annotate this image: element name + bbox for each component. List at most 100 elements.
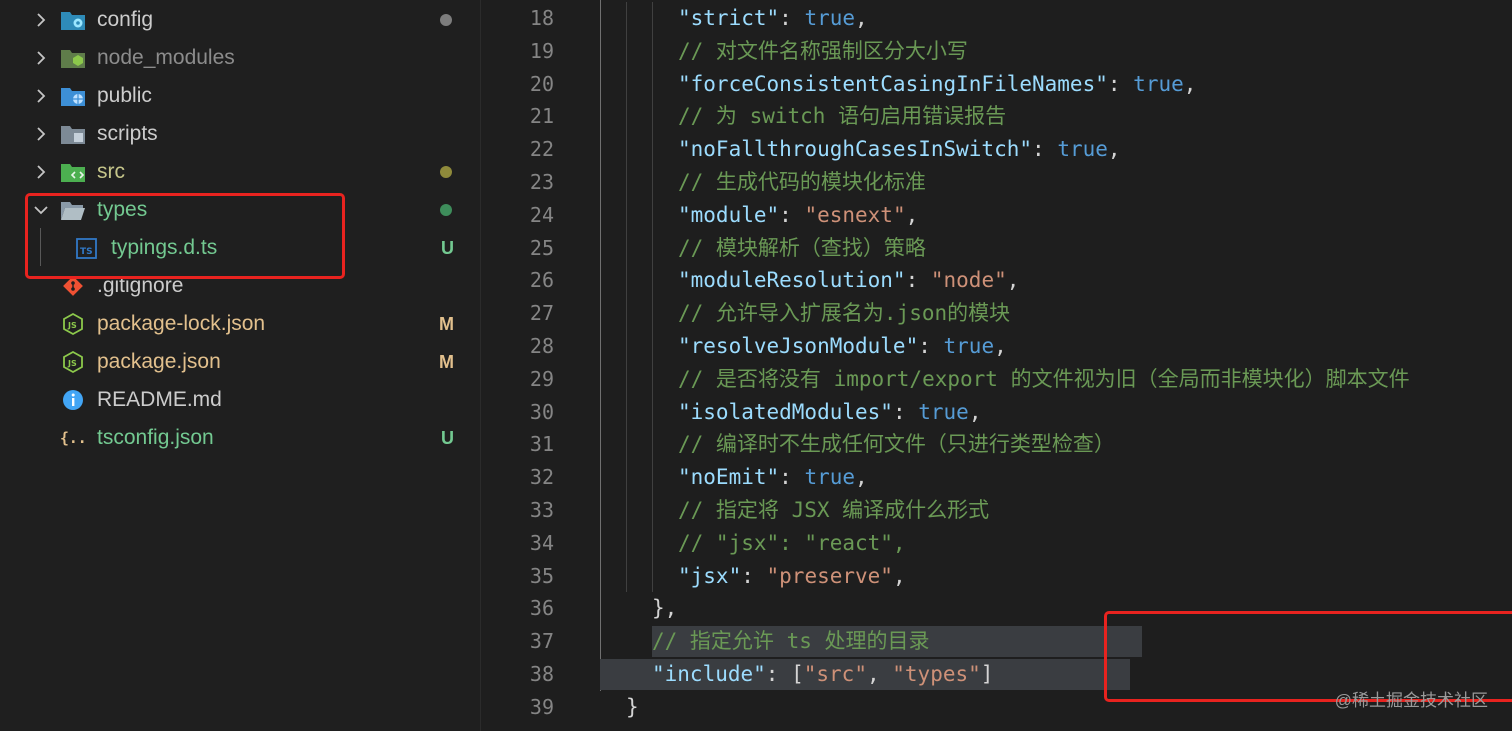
code-line[interactable]: // 对文件名称强制区分大小写 bbox=[678, 35, 968, 68]
tree-item-label: README.md bbox=[97, 388, 222, 411]
code-token: : bbox=[1107, 71, 1134, 96]
nodejs-icon: JS bbox=[60, 312, 86, 336]
code-token: [ bbox=[791, 662, 804, 686]
indent-guide bbox=[652, 2, 653, 593]
code-token: true bbox=[943, 334, 995, 358]
code-token: : bbox=[892, 399, 919, 424]
code-editor[interactable]: 18 19 20 21 22 23 24 25 26 27 28 29 30 31 32 33 34 35 36 37… bbox=[482, 0, 1512, 731]
git-status-badge: U bbox=[441, 428, 454, 448]
git-status-badge: U bbox=[441, 238, 454, 258]
chevron-right-icon[interactable] bbox=[30, 39, 52, 77]
code-token: , bbox=[892, 563, 906, 588]
code-line[interactable]: "noFallthroughCasesInSwitch": true, bbox=[678, 133, 1121, 166]
code-token: "types" bbox=[892, 662, 981, 686]
code-line[interactable]: // 模块解析（查找）策略 bbox=[678, 232, 926, 265]
tree-folder-config[interactable]: config bbox=[0, 1, 480, 39]
code-line[interactable]: "noEmit": true, bbox=[678, 461, 868, 494]
line-number: 31 bbox=[529, 432, 554, 457]
code-token: "module" bbox=[678, 202, 780, 227]
tree-item-label: tsconfig.json bbox=[97, 426, 214, 449]
code-token: , bbox=[855, 6, 868, 30]
tree-file-package-json[interactable]: JS package.json M bbox=[0, 343, 480, 381]
line-number: 34 bbox=[529, 530, 554, 555]
tree-folder-scripts[interactable]: scripts bbox=[0, 115, 480, 153]
chevron-right-icon[interactable] bbox=[30, 115, 52, 153]
code-line[interactable]: // 为 switch 语句启用错误报告 bbox=[678, 100, 1006, 133]
code-token: : bbox=[741, 563, 767, 588]
code-line[interactable]: "include": ["src", "types"] bbox=[652, 658, 993, 691]
code-token: : bbox=[779, 6, 805, 30]
code-token: // 生成代码的模块化标准 bbox=[678, 170, 926, 194]
code-token: "include" bbox=[652, 662, 766, 686]
config-folder-icon bbox=[60, 8, 86, 32]
code-line[interactable]: // 指定允许 ts 处理的目录 bbox=[652, 625, 930, 658]
code-line[interactable]: // 允许导入扩展名为.json的模块 bbox=[678, 297, 1010, 330]
src-folder-icon bbox=[60, 160, 86, 184]
code-token: , bbox=[855, 465, 868, 490]
line-number: 35 bbox=[529, 563, 554, 588]
code-token: "strict" bbox=[678, 6, 780, 30]
line-number: 29 bbox=[529, 366, 554, 391]
code-line[interactable]: "strict": true, bbox=[678, 2, 868, 35]
code-token: : bbox=[1032, 137, 1058, 162]
code-line[interactable]: }, bbox=[652, 592, 677, 625]
code-line[interactable]: } bbox=[626, 691, 639, 724]
line-number: 25 bbox=[529, 235, 554, 260]
code-token: : bbox=[779, 202, 805, 227]
tree-file-readme-md[interactable]: README.md bbox=[0, 381, 480, 419]
git-status-dot bbox=[440, 166, 452, 178]
indent-guide bbox=[626, 2, 627, 593]
code-line[interactable]: // 指定将 JSX 编译成什么形式 bbox=[678, 494, 989, 527]
code-line[interactable]: "forceConsistentCasingInFileNames": true… bbox=[678, 68, 1196, 101]
tree-folder-public[interactable]: public bbox=[0, 77, 480, 115]
code-token: , bbox=[866, 662, 893, 686]
file-explorer: config node_modules public scripts src types T… bbox=[0, 0, 481, 731]
annotation-box-types-folder bbox=[25, 193, 345, 279]
line-number: 39 bbox=[529, 694, 554, 719]
chevron-right-icon[interactable] bbox=[30, 1, 52, 39]
nodejs-icon: JS bbox=[60, 350, 86, 374]
tree-item-label: package.json bbox=[97, 350, 221, 373]
code-line[interactable]: // 编译时不生成任何文件（只进行类型检查） bbox=[678, 428, 1115, 461]
code-token: , bbox=[968, 399, 982, 424]
line-number: 38 bbox=[529, 662, 554, 686]
svg-text:JS: JS bbox=[67, 359, 77, 368]
watermark: @稀土掘金技术社区 bbox=[1334, 691, 1488, 710]
code-token: "forceConsistentCasingInFileNames" bbox=[678, 71, 1108, 96]
code-line[interactable]: "resolveJsonModule": true, bbox=[678, 330, 1007, 363]
line-number: 19 bbox=[529, 38, 554, 63]
tree-item-label: scripts bbox=[97, 122, 158, 145]
code-token: , bbox=[1006, 268, 1020, 293]
code-line[interactable]: // "jsx": "react", bbox=[678, 527, 906, 560]
code-token: : bbox=[765, 662, 792, 686]
code-token: , bbox=[905, 202, 919, 227]
code-token: ] bbox=[980, 662, 994, 686]
code-line[interactable]: "moduleResolution": "node", bbox=[678, 264, 1019, 297]
tree-file-tsconfig-json[interactable]: {..} tsconfig.json U bbox=[0, 419, 480, 457]
code-line[interactable]: // 是否将没有 import/export 的文件视为旧（全局而非模块化）脚本… bbox=[678, 363, 1410, 396]
line-number: 32 bbox=[529, 465, 554, 490]
git-status-badge: M bbox=[439, 352, 454, 372]
code-line[interactable]: // 生成代码的模块化标准 bbox=[678, 166, 926, 199]
code-line[interactable]: "isolatedModules": true, bbox=[678, 396, 981, 429]
tree-file-package-lock-json[interactable]: JS package-lock.json M bbox=[0, 305, 480, 343]
line-number: 22 bbox=[529, 137, 554, 162]
tree-folder-src[interactable]: src bbox=[0, 153, 480, 191]
tree-folder-node-modules[interactable]: node_modules bbox=[0, 39, 480, 77]
code-line[interactable]: "jsx": "preserve", bbox=[678, 560, 906, 593]
code-token: "esnext" bbox=[804, 202, 906, 227]
code-line[interactable]: "module": "esnext", bbox=[678, 199, 918, 232]
scripts-folder-icon bbox=[60, 122, 86, 146]
code-token: true bbox=[918, 399, 969, 424]
indent-guide-active bbox=[600, 0, 601, 691]
chevron-right-icon[interactable] bbox=[30, 153, 52, 191]
tree-item-label: config bbox=[97, 8, 154, 31]
code-token: // 编译时不生成任何文件（只进行类型检查） bbox=[678, 432, 1115, 457]
chevron-right-icon[interactable] bbox=[30, 77, 52, 115]
code-token: , bbox=[1183, 71, 1197, 96]
code-token: true bbox=[1057, 137, 1108, 162]
code-token: "resolveJsonModule" bbox=[678, 334, 919, 358]
git-status-dot bbox=[440, 204, 452, 216]
code-token: "preserve" bbox=[766, 563, 893, 588]
code-token: // 是否将没有 import/export 的文件视为旧（全局而非模块化）脚本… bbox=[678, 366, 1410, 391]
